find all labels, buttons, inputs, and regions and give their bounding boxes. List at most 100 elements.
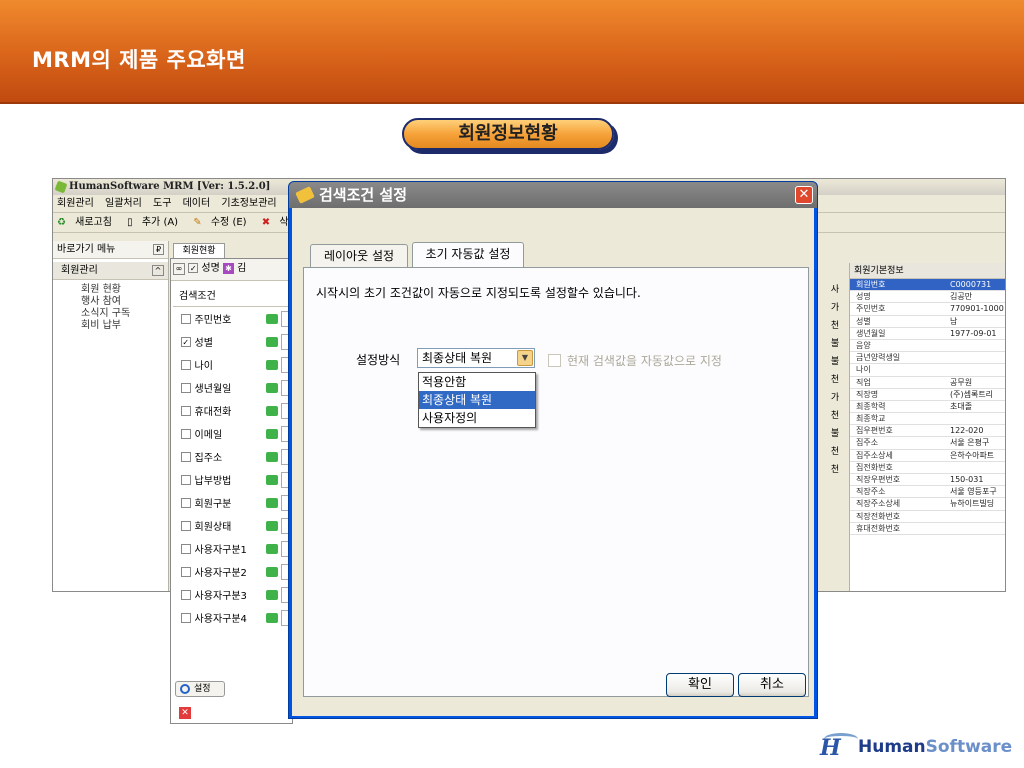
equals-operator-icon[interactable] [266, 520, 278, 531]
mode-select-value: 최종상태 복원 [422, 351, 493, 365]
cancel-button[interactable]: 취소 [738, 673, 806, 697]
condition-checkbox[interactable] [181, 382, 191, 393]
member-info-value [950, 352, 1005, 363]
menu-item-tools[interactable]: 도구 [153, 198, 171, 209]
condition-checkbox[interactable] [181, 451, 191, 462]
member-info-row[interactable]: 집주소상세 은하수아파트 [850, 450, 1005, 462]
member-info-key: 직장주소상세 [856, 499, 901, 509]
pin-icon[interactable]: ₽ [153, 244, 164, 255]
member-info-row[interactable]: 금년양력생일 [850, 352, 1005, 365]
equals-operator-icon[interactable] [266, 428, 278, 439]
equals-operator-icon[interactable] [266, 451, 278, 462]
equals-operator-icon[interactable] [266, 566, 278, 577]
tab-layout-settings[interactable]: 레이아웃 설정 [310, 244, 408, 268]
condition-checkbox[interactable] [181, 428, 191, 439]
settings-button[interactable]: 설정 [175, 681, 225, 697]
member-info-row[interactable]: 회원번호 C0000731 [850, 279, 1005, 292]
section-pill-label: 회원정보현황 [402, 118, 614, 150]
equals-operator-icon[interactable] [266, 405, 278, 416]
name-filter-checkbox[interactable]: ✓ [188, 263, 199, 273]
dropdown-option[interactable]: 적용안함 [419, 373, 535, 391]
refresh-button[interactable]: ♻ 새로고침 [57, 217, 118, 228]
member-info-row[interactable]: 휴대전화번호 [850, 523, 1005, 535]
nav-item-event[interactable]: 행사 참여 [53, 296, 168, 308]
member-info-value [950, 462, 1005, 473]
pencil-icon: ✎ [193, 217, 202, 228]
search-condition-row: 주민번호 [171, 307, 293, 330]
member-info-row[interactable]: 최종학력 초대졸 [850, 401, 1005, 414]
member-info-row[interactable]: 집주소 서울 은평구 [850, 437, 1005, 450]
member-info-row[interactable]: 생년월일 1977-09-01 [850, 328, 1005, 340]
equals-operator-icon[interactable] [266, 589, 278, 600]
member-info-key: 집전화번호 [856, 462, 893, 472]
member-info-row[interactable]: 최종학교 [850, 413, 1005, 426]
condition-checkbox[interactable] [181, 589, 191, 600]
nav-item-member-status[interactable]: 회원 현황 [53, 284, 168, 296]
member-info-value [950, 511, 1005, 522]
ok-button[interactable]: 확인 [666, 673, 734, 697]
app-logo-icon [54, 180, 68, 194]
equals-operator-icon[interactable] [266, 543, 278, 554]
dialog-close-button[interactable]: ✕ [795, 186, 813, 204]
mode-select[interactable]: 최종상태 복원 ▼ [417, 348, 535, 368]
nav-item-fee[interactable]: 회비 납부 [53, 320, 168, 332]
condition-checkbox[interactable] [181, 566, 191, 577]
equals-operator-icon[interactable] [266, 313, 278, 324]
condition-checkbox[interactable] [181, 474, 191, 485]
member-info-row[interactable]: 집우편번호 122-020 [850, 425, 1005, 438]
edit-button[interactable]: ✎ 수정 (E) [193, 217, 252, 228]
close-icon[interactable]: ✕ [179, 707, 191, 719]
binoculars-icon[interactable]: ∞ [173, 263, 185, 275]
use-current-checkbox[interactable] [548, 354, 561, 367]
add-button[interactable]: ▯ 추가 (A) [127, 217, 184, 228]
member-info-row[interactable]: 성별 남 [850, 316, 1005, 328]
dropdown-option[interactable]: 사용자정의 [419, 409, 535, 427]
use-current-as-default-option[interactable]: 현재 검색값을 자동값으로 지정 [548, 352, 722, 369]
menu-item-batch[interactable]: 일괄처리 [105, 198, 142, 209]
equals-operator-icon[interactable] [266, 497, 278, 508]
member-info-row[interactable]: 성명 김공만 [850, 291, 1005, 304]
condition-checkbox[interactable] [181, 497, 191, 508]
tab-default-value-settings[interactable]: 초기 자동값 설정 [412, 242, 524, 268]
dropdown-option[interactable]: 최종상태 복원 [419, 391, 535, 409]
collapse-icon[interactable]: ^ [152, 265, 164, 276]
name-filter-input[interactable]: 김 [237, 263, 246, 274]
member-info-row[interactable]: 직장주소 서울 영등포구 [850, 486, 1005, 499]
menu-item-basic-info[interactable]: 기초정보관리 [221, 198, 276, 209]
condition-checkbox[interactable] [181, 405, 191, 416]
member-info-row[interactable]: 직장우편번호 150-031 [850, 474, 1005, 487]
condition-checkbox[interactable]: ✓ [181, 336, 191, 347]
member-info-row[interactable]: 직장전화번호 [850, 511, 1005, 523]
condition-checkbox[interactable] [181, 612, 191, 623]
nav-group-member[interactable]: 회원관리 ^ [53, 262, 168, 280]
member-info-value: 초대졸 [950, 401, 973, 411]
equals-operator-icon[interactable] [266, 382, 278, 393]
condition-checkbox[interactable] [181, 543, 191, 554]
condition-checkbox[interactable] [181, 313, 191, 324]
condition-checkbox[interactable] [181, 520, 191, 531]
member-info-value: 남 [950, 316, 958, 326]
equals-operator-icon[interactable] [266, 359, 278, 370]
menu-item-member[interactable]: 회원관리 [57, 198, 94, 209]
grid-cell: 가 [830, 393, 840, 403]
member-info-row[interactable]: 집전화번호 [850, 462, 1005, 474]
condition-checkbox[interactable] [181, 359, 191, 370]
logo-wordmark: HumanSoftware [858, 737, 1012, 757]
nav-item-newsletter[interactable]: 소식지 구독 [53, 308, 168, 320]
menu-item-data[interactable]: 데이터 [183, 198, 211, 209]
tab-member-status[interactable]: 회원현황 [173, 243, 225, 259]
member-info-row[interactable]: 직장주소상세 뉴하이트빌딩 [850, 498, 1005, 511]
member-info-row[interactable]: 주민번호 770901-1000 [850, 303, 1005, 316]
member-info-row[interactable]: 직장명 (주)셈록트리 [850, 389, 1005, 401]
member-info-row[interactable]: 직업 공무원 [850, 377, 1005, 389]
condition-label: 나이 [194, 361, 213, 372]
wand-icon[interactable]: ✱ [222, 263, 234, 274]
chevron-down-icon[interactable]: ▼ [517, 350, 533, 366]
equals-operator-icon[interactable] [266, 612, 278, 623]
member-info-row[interactable]: 나이 [850, 364, 1005, 377]
search-condition-row: 사용자구분4 [171, 606, 293, 629]
equals-operator-icon[interactable] [266, 336, 278, 347]
condition-label: 사용자구분2 [194, 568, 247, 579]
member-info-row[interactable]: 음양 [850, 340, 1005, 353]
equals-operator-icon[interactable] [266, 474, 278, 485]
